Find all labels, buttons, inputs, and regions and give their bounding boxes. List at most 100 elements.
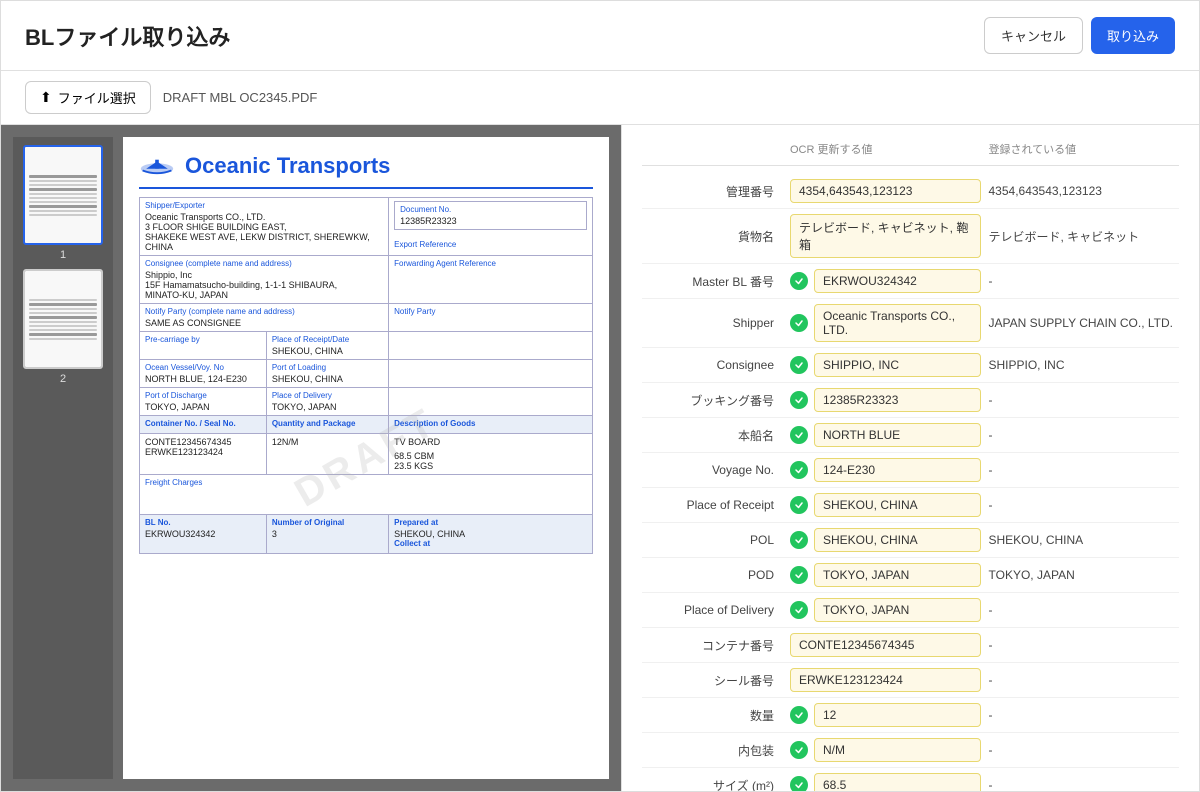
ocr-row-14: 数量12- <box>642 698 1179 733</box>
ocean-vessel-label: Ocean Vessel/Voy. No <box>145 363 261 372</box>
thumbnail-page-2[interactable]: 2 <box>21 269 105 385</box>
import-button[interactable]: 取り込み <box>1091 17 1175 54</box>
ocr-registered-0: 4354,643543,123123 <box>989 180 1180 202</box>
port-loading-label: Port of Loading <box>272 363 383 372</box>
notify-party-col-label: Notify Party <box>394 307 587 316</box>
ocr-registered-4: SHIPPIO, INC <box>989 354 1180 376</box>
company-name: Oceanic Transports <box>185 153 390 179</box>
ocr-col-empty <box>642 141 782 157</box>
ocr-value-box-9: SHEKOU, CHINA <box>790 528 981 552</box>
ocr-value-input-6[interactable]: NORTH BLUE <box>814 423 981 447</box>
page-num-2: 2 <box>60 373 66 385</box>
ocr-value-box-6: NORTH BLUE <box>790 423 981 447</box>
ocr-value-box-14: 12 <box>790 703 981 727</box>
check-icon-3 <box>790 314 808 332</box>
prepared-label: Prepared at <box>394 518 587 527</box>
ocr-registered-10: TOKYO, JAPAN <box>989 564 1180 586</box>
ocr-value-box-2: EKRWOU324342 <box>790 269 981 293</box>
file-select-label: ファイル選択 <box>58 88 136 107</box>
place-delivery-value: TOKYO, JAPAN <box>272 402 383 412</box>
ocr-value-input-13[interactable]: ERWKE123123424 <box>790 668 981 692</box>
check-icon-14 <box>790 706 808 724</box>
ocr-row-11: Place of DeliveryTOKYO, JAPAN- <box>642 593 1179 628</box>
ocr-value-box-10: TOKYO, JAPAN <box>790 563 981 587</box>
ocr-value-input-11[interactable]: TOKYO, JAPAN <box>814 598 981 622</box>
consignee-value: Shippio, Inc 15F Hamamatsucho-building, … <box>145 270 383 300</box>
ocr-registered-13: - <box>989 669 1180 691</box>
port-loading-value: SHEKOU, CHINA <box>272 374 383 384</box>
ocr-value-input-1[interactable]: テレビボード, キャビネット, 鞄箱 <box>790 214 981 258</box>
place-delivery-label: Place of Delivery <box>272 391 383 400</box>
ocr-registered-15: - <box>989 739 1180 761</box>
place-receipt-label: Place of Receipt/Date <box>272 335 383 344</box>
cancel-button[interactable]: キャンセル <box>984 17 1083 54</box>
check-icon-6 <box>790 426 808 444</box>
thumbnail-page-1[interactable]: 1 <box>21 145 105 261</box>
ocr-row-7: Voyage No.124-E230- <box>642 453 1179 488</box>
place-receipt-value: SHEKOU, CHINA <box>272 346 383 356</box>
ocr-label-6: 本船名 <box>642 427 782 444</box>
ocr-value-input-2[interactable]: EKRWOU324342 <box>814 269 981 293</box>
check-icon-8 <box>790 496 808 514</box>
notify-party-label: Notify Party (complete name and address) <box>145 307 383 316</box>
ocr-label-1: 貨物名 <box>642 228 782 245</box>
check-icon-11 <box>790 601 808 619</box>
ocr-registered-14: - <box>989 704 1180 726</box>
ocr-row-16: サイズ (m²)68.5- <box>642 768 1179 791</box>
export-ref-label: Export Reference <box>394 240 587 249</box>
ocr-value-box-4: SHIPPIO, INC <box>790 353 981 377</box>
ocr-registered-7: - <box>989 459 1180 481</box>
ocr-row-8: Place of ReceiptSHEKOU, CHINA- <box>642 488 1179 523</box>
ocr-col-header: OCR 更新する値 <box>790 141 981 157</box>
ocr-value-input-12[interactable]: CONTE12345674345 <box>790 633 981 657</box>
ocr-label-8: Place of Receipt <box>642 498 782 512</box>
desc-value: TV BOARD <box>394 437 587 447</box>
ocr-row-4: ConsigneeSHIPPIO, INCSHIPPIO, INC <box>642 348 1179 383</box>
check-icon-15 <box>790 741 808 759</box>
prepared-value: SHEKOU, CHINA <box>394 529 587 539</box>
ocr-panel: OCR 更新する値 登録されている値 管理番号4354,643543,12312… <box>621 125 1199 791</box>
ocr-label-5: ブッキング番号 <box>642 392 782 409</box>
ocr-value-input-7[interactable]: 124-E230 <box>814 458 981 482</box>
ocr-value-input-3[interactable]: Oceanic Transports CO., LTD. <box>814 304 981 342</box>
ocean-vessel-value: NORTH BLUE, 124-E230 <box>145 374 261 384</box>
ocr-value-input-14[interactable]: 12 <box>814 703 981 727</box>
check-icon-5 <box>790 391 808 409</box>
container-no: CONTE12345674345 <box>145 437 261 447</box>
measure-value: 68.5 CBM23.5 KGS <box>394 451 587 471</box>
check-icon-4 <box>790 356 808 374</box>
ocr-value-input-5[interactable]: 12385R23323 <box>814 388 981 412</box>
ocr-value-input-4[interactable]: SHIPPIO, INC <box>814 353 981 377</box>
fwd-agent-label: Forwarding Agent Reference <box>394 259 587 268</box>
ocr-value-input-10[interactable]: TOKYO, JAPAN <box>814 563 981 587</box>
qty-value: 12N/M <box>272 437 383 447</box>
ocr-label-13: シール番号 <box>642 672 782 689</box>
ocr-row-5: ブッキング番号12385R23323- <box>642 383 1179 418</box>
ocr-label-15: 内包装 <box>642 742 782 759</box>
ocr-value-input-16[interactable]: 68.5 <box>814 773 981 791</box>
ocr-label-11: Place of Delivery <box>642 603 782 617</box>
ocr-label-10: POD <box>642 568 782 582</box>
file-select-button[interactable]: ⬆ ファイル選択 <box>25 81 151 114</box>
ocr-value-box-8: SHEKOU, CHINA <box>790 493 981 517</box>
check-icon-10 <box>790 566 808 584</box>
ocr-label-2: Master BL 番号 <box>642 273 782 290</box>
desc-col: Description of Goods <box>394 419 587 428</box>
bl-no-label: BL No. <box>145 518 261 527</box>
ocr-row-1: 貨物名テレビボード, キャビネット, 鞄箱テレビボード, キャビネット <box>642 209 1179 264</box>
check-icon-16 <box>790 776 808 791</box>
freight-label: Freight Charges <box>145 478 587 487</box>
ocr-value-input-0[interactable]: 4354,643543,123123 <box>790 179 981 203</box>
ocr-label-9: POL <box>642 533 782 547</box>
page-num-1: 1 <box>60 249 66 261</box>
ocr-label-12: コンテナ番号 <box>642 637 782 654</box>
doc-no-value: 12385R23323 <box>400 216 581 226</box>
ocr-registered-6: - <box>989 424 1180 446</box>
company-logo-icon <box>139 154 175 178</box>
ocr-value-input-8[interactable]: SHEKOU, CHINA <box>814 493 981 517</box>
check-icon-9 <box>790 531 808 549</box>
ocr-value-input-15[interactable]: N/M <box>814 738 981 762</box>
port-discharge-label: Port of Discharge <box>145 391 261 400</box>
container-col: Container No. / Seal No. <box>145 419 261 428</box>
ocr-value-input-9[interactable]: SHEKOU, CHINA <box>814 528 981 552</box>
